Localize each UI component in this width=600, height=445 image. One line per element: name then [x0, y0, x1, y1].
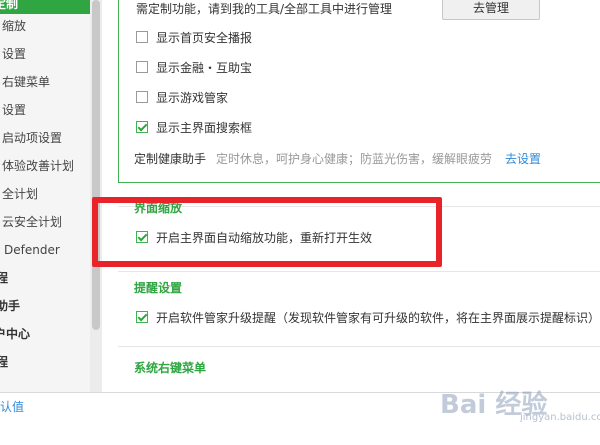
option-label-upgrade-reminder: 开启软件管家升级提醒（发现软件管家有可升级的软件，将在主界面展示提醒标识）	[156, 311, 600, 325]
option-label-finance: 显示金融・互助宝	[156, 61, 253, 75]
sidebar-group-4[interactable]: 程	[0, 348, 86, 376]
highlight-annotation-box	[92, 197, 442, 267]
sidebar-item-cloud-safety[interactable]: 云安全计划	[2, 208, 92, 236]
section-divider	[118, 346, 600, 347]
sidebar-item-defender[interactable]: Defender	[4, 236, 94, 264]
sidebar-item-experience-plan[interactable]: 体验改善计划	[2, 152, 92, 180]
restore-defaults-link[interactable]: 认值	[0, 398, 24, 415]
sidebar-group-assistant[interactable]: 助手	[0, 292, 86, 320]
sidebar-item-settings[interactable]: 设置	[2, 40, 92, 68]
context-menu-section-title: 系统右键菜单	[134, 361, 207, 375]
sidebar-item-zoom[interactable]: 缩放	[2, 12, 92, 40]
sidebar-scrollbar-thumb[interactable]	[92, 0, 100, 330]
manage-button[interactable]: 去管理	[442, 0, 540, 20]
option-label-game-manager: 显示游戏管家	[156, 91, 229, 105]
reminder-section-title: 提醒设置	[134, 281, 183, 295]
option-label-safety-broadcast: 显示首页安全播报	[156, 31, 253, 45]
option-label-search-box: 显示主界面搜索框	[156, 121, 253, 135]
section-divider	[118, 271, 600, 272]
health-assistant-label: 定制健康助手	[134, 152, 207, 166]
sidebar-item-context-menu[interactable]: 右键菜单	[2, 68, 92, 96]
baidu-watermark-url: jingyan.baidu.com	[520, 412, 600, 423]
checkbox-show-search-box[interactable]	[136, 121, 148, 133]
sidebar-item-safety-plan[interactable]: 全计划	[2, 180, 92, 208]
checkbox-upgrade-reminder[interactable]	[136, 311, 148, 323]
custom-features-tip: 需定制功能，请到我的工具/全部工具中进行管理	[136, 2, 393, 16]
health-assistant-hint: 定时休息，呵护身心健康；防蓝光伤害，缓解眼疲劳	[216, 152, 493, 166]
sidebar: 定制 缩放 设置 右键菜单 设置 启动项设置 体验改善计划 全计划 云安全计划 …	[0, 0, 90, 392]
sidebar-item-startup[interactable]: 启动项设置	[2, 124, 92, 152]
checkbox-show-game-manager[interactable]	[136, 91, 148, 103]
sidebar-group-user-center[interactable]: 户中心	[0, 320, 84, 348]
checkbox-show-safety-broadcast[interactable]	[136, 31, 148, 43]
health-settings-link[interactable]: 去设置	[505, 150, 541, 167]
checkbox-show-finance[interactable]	[136, 61, 148, 73]
sidebar-group-1[interactable]: 程	[0, 264, 86, 292]
sidebar-item-settings-2[interactable]: 设置	[2, 96, 92, 124]
